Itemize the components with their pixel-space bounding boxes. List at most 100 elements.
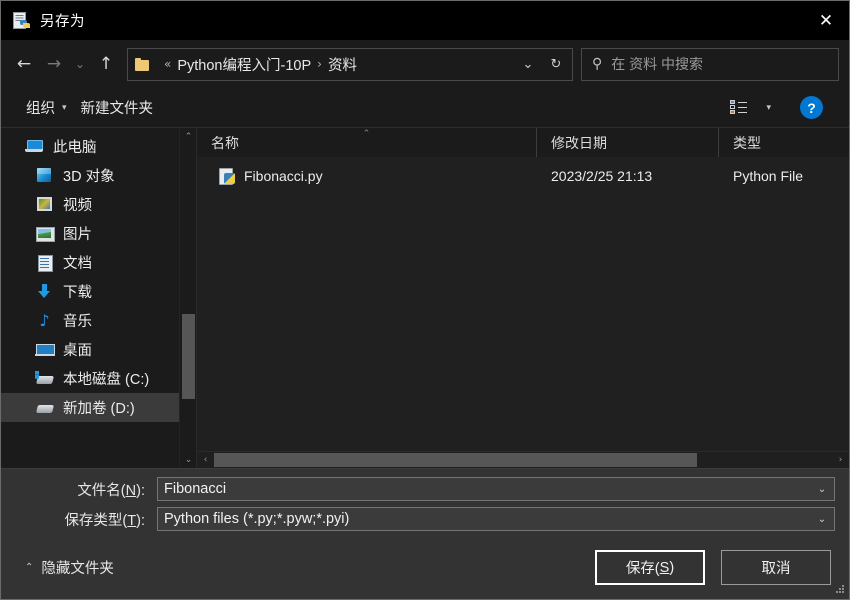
save-as-dialog: 另存为 ✕ ← → ⌄ ↑ « Python编程入门-10P › 资料 ⌄ ↻ … bbox=[0, 0, 850, 600]
new-folder-button[interactable]: 新建文件夹 bbox=[74, 92, 161, 123]
chevron-up-icon: ⌃ bbox=[25, 562, 34, 573]
horizontal-scroll-track[interactable] bbox=[214, 452, 832, 468]
filetype-label-suffix: ): bbox=[136, 512, 145, 529]
filename-label-key: N bbox=[125, 482, 137, 499]
sidebar-item-label: 图片 bbox=[63, 227, 92, 243]
dialog-body: 此电脑 3D 对象 视频 图片 文档 下载 ♪ 音乐 桌面 本地磁盘 (C:) … bbox=[1, 127, 849, 468]
sidebar-scrollbar-thumb[interactable] bbox=[182, 314, 195, 399]
help-button[interactable]: ? bbox=[800, 96, 823, 119]
sidebar-item-label: 视频 bbox=[63, 198, 92, 214]
filename-combobox[interactable]: ⌄ bbox=[157, 477, 835, 501]
organize-label: 组织 bbox=[26, 101, 55, 117]
scroll-left-icon[interactable]: ‹ bbox=[197, 452, 214, 468]
table-row[interactable]: Fibonacci.py 2023/2/25 21:13 Python File bbox=[197, 162, 849, 189]
refresh-icon[interactable]: ↻ bbox=[542, 49, 570, 79]
scroll-up-icon[interactable]: ⌃ bbox=[180, 128, 196, 145]
save-label-key: S bbox=[659, 559, 670, 576]
save-button[interactable]: 保存(S) bbox=[595, 550, 705, 585]
chevron-down-icon[interactable]: ⌄ bbox=[810, 514, 834, 525]
search-input[interactable] bbox=[611, 56, 838, 72]
filetype-label-prefix: 保存类型( bbox=[64, 512, 128, 529]
hard-drive-icon bbox=[35, 399, 54, 416]
filetype-label-key: T bbox=[127, 512, 137, 529]
this-pc-icon bbox=[25, 138, 44, 155]
hide-folders-label: 隐藏文件夹 bbox=[41, 561, 114, 577]
sidebar-item-3d-objects[interactable]: 3D 对象 bbox=[1, 161, 196, 190]
music-icon: ♪ bbox=[39, 311, 50, 330]
column-header-type[interactable]: 类型 bbox=[719, 128, 849, 157]
breadcrumb-segment-0[interactable]: Python编程入门-10P bbox=[177, 54, 311, 75]
3d-objects-icon bbox=[35, 167, 54, 184]
command-bar: 组织 ▾ 新建文件夹 ▾ ? bbox=[1, 88, 849, 127]
view-mode-button[interactable]: ▾ bbox=[723, 95, 778, 120]
sidebar-item-new-volume-d[interactable]: 新加卷 (D:) bbox=[1, 393, 196, 422]
filename-label: 文件名(N): bbox=[15, 479, 157, 500]
sidebar-item-music[interactable]: ♪ 音乐 bbox=[1, 306, 196, 335]
folder-tree: 此电脑 3D 对象 视频 图片 文档 下载 ♪ 音乐 桌面 本地磁盘 (C:) … bbox=[1, 128, 196, 422]
breadcrumb-separator-icon: › bbox=[317, 57, 322, 71]
sidebar-item-videos[interactable]: 视频 bbox=[1, 190, 196, 219]
column-header-label: 名称 bbox=[211, 134, 239, 151]
up-button[interactable]: ↑ bbox=[91, 49, 121, 79]
chevron-down-icon: ▾ bbox=[766, 102, 771, 113]
scroll-down-icon[interactable]: ⌄ bbox=[180, 451, 196, 468]
sidebar-item-local-disk-c[interactable]: 本地磁盘 (C:) bbox=[1, 364, 196, 393]
recent-locations-button[interactable]: ⌄ bbox=[69, 49, 91, 79]
chevron-down-icon: ▾ bbox=[62, 102, 67, 113]
sidebar-item-downloads[interactable]: 下载 bbox=[1, 277, 196, 306]
forward-button[interactable]: → bbox=[39, 49, 69, 79]
filetype-input[interactable] bbox=[164, 511, 810, 527]
downloads-icon bbox=[35, 283, 54, 300]
pictures-icon bbox=[35, 225, 55, 242]
search-icon: ⚲ bbox=[592, 56, 603, 72]
file-type-cell: Python File bbox=[733, 167, 804, 184]
folder-icon bbox=[135, 57, 150, 71]
file-date-cell: 2023/2/25 21:13 bbox=[551, 167, 653, 184]
column-headers: ⌃ 名称 修改日期 类型 bbox=[197, 128, 849, 157]
sidebar-item-this-pc[interactable]: 此电脑 bbox=[1, 132, 196, 161]
chevron-down-icon[interactable]: ⌄ bbox=[514, 49, 542, 79]
sidebar-item-pictures[interactable]: 图片 bbox=[1, 219, 196, 248]
column-header-date[interactable]: 修改日期 bbox=[537, 128, 719, 157]
dialog-footer: ⌃ 隐藏文件夹 保存(S) 取消 bbox=[1, 536, 849, 599]
filename-input[interactable] bbox=[164, 481, 810, 497]
resize-grip[interactable] bbox=[835, 585, 845, 595]
file-name-label: Fibonacci.py bbox=[244, 167, 323, 184]
sidebar-item-label: 新加卷 (D:) bbox=[63, 401, 135, 417]
filetype-combobox[interactable]: ⌄ bbox=[157, 507, 835, 531]
documents-icon bbox=[35, 254, 54, 272]
back-button[interactable]: ← bbox=[9, 49, 39, 79]
chevron-down-icon[interactable]: ⌄ bbox=[810, 484, 834, 495]
cancel-button[interactable]: 取消 bbox=[721, 550, 831, 585]
sidebar-item-label: 音乐 bbox=[63, 314, 92, 330]
column-header-name[interactable]: ⌃ 名称 bbox=[197, 128, 537, 157]
sidebar-item-documents[interactable]: 文档 bbox=[1, 248, 196, 277]
breadcrumb-overflow-icon[interactable]: « bbox=[158, 57, 177, 71]
sidebar-scrollbar[interactable]: ⌃ ⌄ bbox=[179, 128, 196, 468]
address-bar[interactable]: « Python编程入门-10P › 资料 ⌄ ↻ bbox=[127, 47, 573, 81]
file-list-pane: ⌃ 名称 修改日期 类型 Fibonacci.py 2023/2/25 21:1… bbox=[197, 128, 849, 468]
breadcrumb-segment-1[interactable]: 资料 bbox=[328, 54, 357, 75]
horizontal-scrollbar-thumb[interactable] bbox=[214, 453, 697, 467]
organize-button[interactable]: 组织 ▾ bbox=[19, 92, 74, 123]
navigation-bar: ← → ⌄ ↑ « Python编程入门-10P › 资料 ⌄ ↻ ⚲ bbox=[1, 40, 849, 88]
title-bar: 另存为 ✕ bbox=[1, 1, 849, 40]
file-name-cell: Fibonacci.py bbox=[197, 167, 537, 185]
close-icon[interactable]: ✕ bbox=[803, 1, 849, 40]
sidebar-item-label: 3D 对象 bbox=[63, 169, 115, 185]
local-disk-icon bbox=[35, 370, 54, 387]
hide-folders-button[interactable]: ⌃ 隐藏文件夹 bbox=[21, 553, 118, 582]
sidebar-item-label: 桌面 bbox=[63, 343, 92, 359]
file-list-horizontal-scrollbar[interactable]: ‹ › bbox=[197, 451, 849, 468]
sidebar-item-desktop[interactable]: 桌面 bbox=[1, 335, 196, 364]
filename-row: 文件名(N): ⌄ bbox=[15, 477, 835, 501]
window-title: 另存为 bbox=[40, 14, 85, 30]
filename-label-suffix: ): bbox=[136, 482, 145, 499]
form-area: 文件名(N): ⌄ 保存类型(T): ⌄ bbox=[1, 468, 849, 536]
sidebar-item-label: 文档 bbox=[63, 256, 92, 272]
desktop-icon bbox=[35, 341, 55, 358]
search-box[interactable]: ⚲ bbox=[581, 47, 839, 81]
column-header-label: 类型 bbox=[733, 134, 761, 151]
file-rows: Fibonacci.py 2023/2/25 21:13 Python File bbox=[197, 157, 849, 451]
scroll-right-icon[interactable]: › bbox=[832, 452, 849, 468]
